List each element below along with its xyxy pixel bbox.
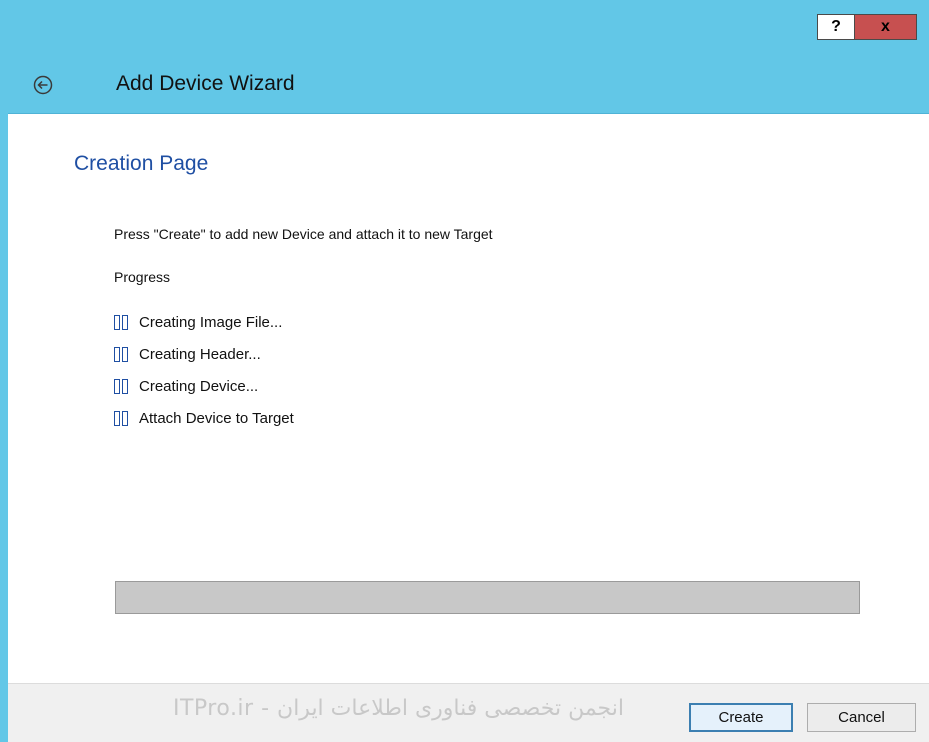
step-label: Creating Device... [139, 377, 259, 395]
progress-bar [115, 581, 860, 614]
wizard-window: ? x Add Device Wizard Creation Page Pres… [0, 0, 929, 742]
page-title: Creation Page [74, 152, 209, 175]
step-item: Attach Device to Target [114, 402, 294, 434]
title-bar: ? x [0, 0, 929, 43]
pending-step-icon [114, 410, 128, 426]
content-panel: Creation Page Press "Create" to add new … [8, 113, 929, 683]
step-label: Creating Image File... [139, 313, 283, 331]
back-arrow-icon [33, 75, 53, 95]
help-icon: ? [831, 18, 841, 35]
watermark: ITPro.ir - انجمن تخصصی فناوری اطلاعات ای… [173, 696, 624, 721]
pending-step-icon [114, 378, 128, 394]
close-button[interactable]: x [855, 14, 917, 40]
progress-label: Progress [114, 269, 171, 285]
back-button[interactable] [33, 75, 53, 95]
pending-step-icon [114, 314, 128, 330]
wizard-footer: ITPro.ir - انجمن تخصصی فناوری اطلاعات ای… [8, 683, 929, 742]
instruction-text: Press "Create" to add new Device and att… [114, 226, 493, 242]
step-item: Creating Header... [114, 338, 294, 370]
close-icon: x [881, 18, 890, 35]
wizard-title: Add Device Wizard [116, 72, 295, 95]
cancel-button[interactable]: Cancel [807, 703, 916, 732]
step-item: Creating Image File... [114, 306, 294, 338]
progress-steps: Creating Image File... Creating Header..… [114, 306, 294, 434]
step-item: Creating Device... [114, 370, 294, 402]
pending-step-icon [114, 346, 128, 362]
step-label: Attach Device to Target [139, 409, 294, 427]
create-button[interactable]: Create [689, 703, 793, 732]
step-label: Creating Header... [139, 345, 261, 363]
help-button[interactable]: ? [817, 14, 855, 40]
wizard-header: Add Device Wizard [0, 43, 929, 113]
